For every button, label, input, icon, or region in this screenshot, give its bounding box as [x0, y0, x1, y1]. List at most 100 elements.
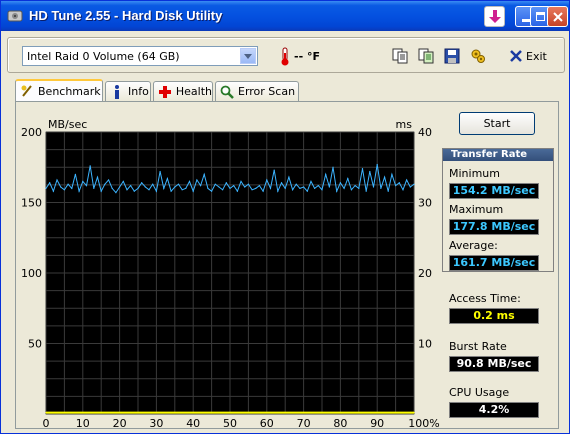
- chart-point-transfer: [310, 180, 312, 182]
- chart-point-transfer: [347, 177, 349, 180]
- tab-error-scan[interactable]: Error Scan: [215, 81, 299, 101]
- chart-point-transfer: [314, 187, 316, 189]
- tab-benchmark[interactable]: Benchmark: [15, 79, 103, 101]
- chart-tick-label-x: 80: [333, 417, 347, 430]
- chart-point-transfer: [365, 190, 367, 192]
- chart-point-access: [303, 411, 305, 414]
- close-button[interactable]: [547, 6, 568, 27]
- options-icon[interactable]: [470, 48, 486, 64]
- chart-point-transfer: [177, 183, 180, 185]
- chart-point-transfer: [343, 187, 345, 189]
- chart-tick-label-right: 30: [418, 197, 432, 210]
- chart-point-transfer: [258, 184, 261, 187]
- chart-tick-label-x: 50: [223, 417, 237, 430]
- chart-point-transfer: [119, 186, 121, 188]
- exit-label: Exit: [526, 49, 547, 63]
- chart-point-transfer: [284, 187, 286, 189]
- benchmark-chart: MB/sec ms 50 100 150 200 10 20 30 40 0 10 20 30 40 50 60…: [21, 118, 440, 430]
- chart-point-transfer: [376, 163, 378, 166]
- chart-ylabel-left: MB/sec: [48, 118, 87, 131]
- minimize-icon: [521, 19, 530, 22]
- toolbar: Intel Raid 0 Volume (64 GB) -- °F Exit: [7, 37, 565, 73]
- save-icon[interactable]: [444, 48, 460, 64]
- chart-point-transfer: [299, 187, 301, 189]
- chart-tick-label-left: 200: [21, 126, 42, 139]
- burst-rate-label: Burst Rate: [449, 340, 507, 353]
- chart-point-transfer: [233, 184, 235, 187]
- chart-point-transfer: [100, 190, 102, 192]
- download-button[interactable]: [484, 6, 505, 27]
- chart-point-transfer: [211, 190, 213, 192]
- chart-point-transfer: [303, 186, 305, 188]
- chart-point-transfer: [203, 173, 205, 175]
- chart-point-transfer: [199, 184, 202, 187]
- chart-point-transfer: [60, 186, 62, 188]
- cpu-usage-value: 4.2%: [449, 402, 539, 418]
- chart-point-transfer: [380, 187, 382, 189]
- chart-tick-label-x: 40: [186, 417, 200, 430]
- thermometer-icon: [281, 47, 289, 66]
- chart-point-transfer: [269, 187, 272, 189]
- chart-point-transfer: [214, 183, 216, 185]
- chart-point-transfer: [409, 186, 411, 188]
- drive-select-value: Intel Raid 0 Volume (64 GB): [27, 50, 180, 63]
- chart-point-transfer: [321, 189, 323, 191]
- chart-ylabel-right: ms: [396, 118, 413, 131]
- access-time-label: Access Time:: [449, 292, 521, 305]
- chart-tick-label-left: 150: [21, 197, 42, 210]
- chart-point-transfer: [144, 186, 146, 188]
- chart-point-transfer: [155, 190, 157, 192]
- chart-point-transfer: [387, 190, 389, 192]
- average-value: 161.7 MB/sec: [449, 255, 539, 271]
- tab-error-scan-label: Error Scan: [238, 85, 296, 98]
- chart-point-transfer: [247, 183, 249, 185]
- chart-point-transfer: [395, 184, 397, 187]
- transfer-rate-group: Transfer Rate Minimum 154.2 MB/sec Maxim…: [442, 148, 554, 272]
- chart-tick-label-x: 0: [43, 417, 50, 430]
- access-time-value: 0.2 ms: [449, 308, 539, 324]
- chart-tick-label-x: 30: [149, 417, 163, 430]
- chart-point-transfer: [148, 189, 150, 191]
- maximize-icon: [536, 12, 545, 21]
- chart-tick-label-x: 10: [76, 417, 90, 430]
- average-label: Average:: [449, 239, 498, 252]
- tab-info[interactable]: Info: [105, 81, 151, 101]
- copy-icon[interactable]: [392, 48, 408, 64]
- chart-point-transfer: [45, 187, 47, 189]
- chart-point-transfer: [369, 170, 371, 173]
- chart-point-transfer: [358, 187, 360, 189]
- chart-point-transfer: [332, 166, 334, 168]
- title-bar[interactable]: HD Tune 2.55 - Hard Disk Utility: [1, 1, 569, 31]
- info-icon: [110, 84, 124, 99]
- tab-benchmark-label: Benchmark: [38, 84, 101, 98]
- exit-button[interactable]: Exit: [510, 46, 547, 66]
- chart-point-transfer: [137, 187, 139, 189]
- chart-point-transfer: [295, 183, 297, 185]
- chart-point-transfer: [413, 183, 415, 185]
- chart-point-transfer: [181, 189, 183, 191]
- copy-all-icon[interactable]: [418, 48, 434, 64]
- chart-point-access: [266, 411, 268, 414]
- chart-point-transfer: [104, 183, 106, 185]
- drive-select[interactable]: Intel Raid 0 Volume (64 GB): [22, 46, 258, 66]
- chart-point-transfer: [196, 179, 198, 181]
- chart-point-transfer: [240, 180, 242, 182]
- chart-point-transfer: [159, 170, 161, 173]
- chart-point-transfer: [225, 182, 227, 184]
- tab-info-label: Info: [128, 85, 149, 98]
- minimum-value: 154.2 MB/sec: [449, 183, 539, 199]
- temperature-value: -- °F: [294, 50, 320, 63]
- chart-point-transfer: [93, 187, 95, 189]
- maximum-label: Maximum: [449, 203, 504, 216]
- chevron-down-icon[interactable]: [240, 48, 256, 64]
- tab-health[interactable]: Health: [153, 81, 213, 101]
- hdtune-app-icon[interactable]: [7, 8, 23, 24]
- chart-tick-label-right: 40: [418, 126, 432, 139]
- chart-point-transfer: [255, 187, 257, 189]
- main-window: HD Tune 2.55 - Hard Disk Utility Intel R…: [0, 0, 570, 434]
- chart-point-transfer: [170, 190, 172, 192]
- chart-point-transfer: [236, 190, 238, 192]
- start-button[interactable]: Start: [459, 112, 535, 135]
- chart-point-transfer: [126, 189, 128, 191]
- chart-point-access: [155, 411, 157, 414]
